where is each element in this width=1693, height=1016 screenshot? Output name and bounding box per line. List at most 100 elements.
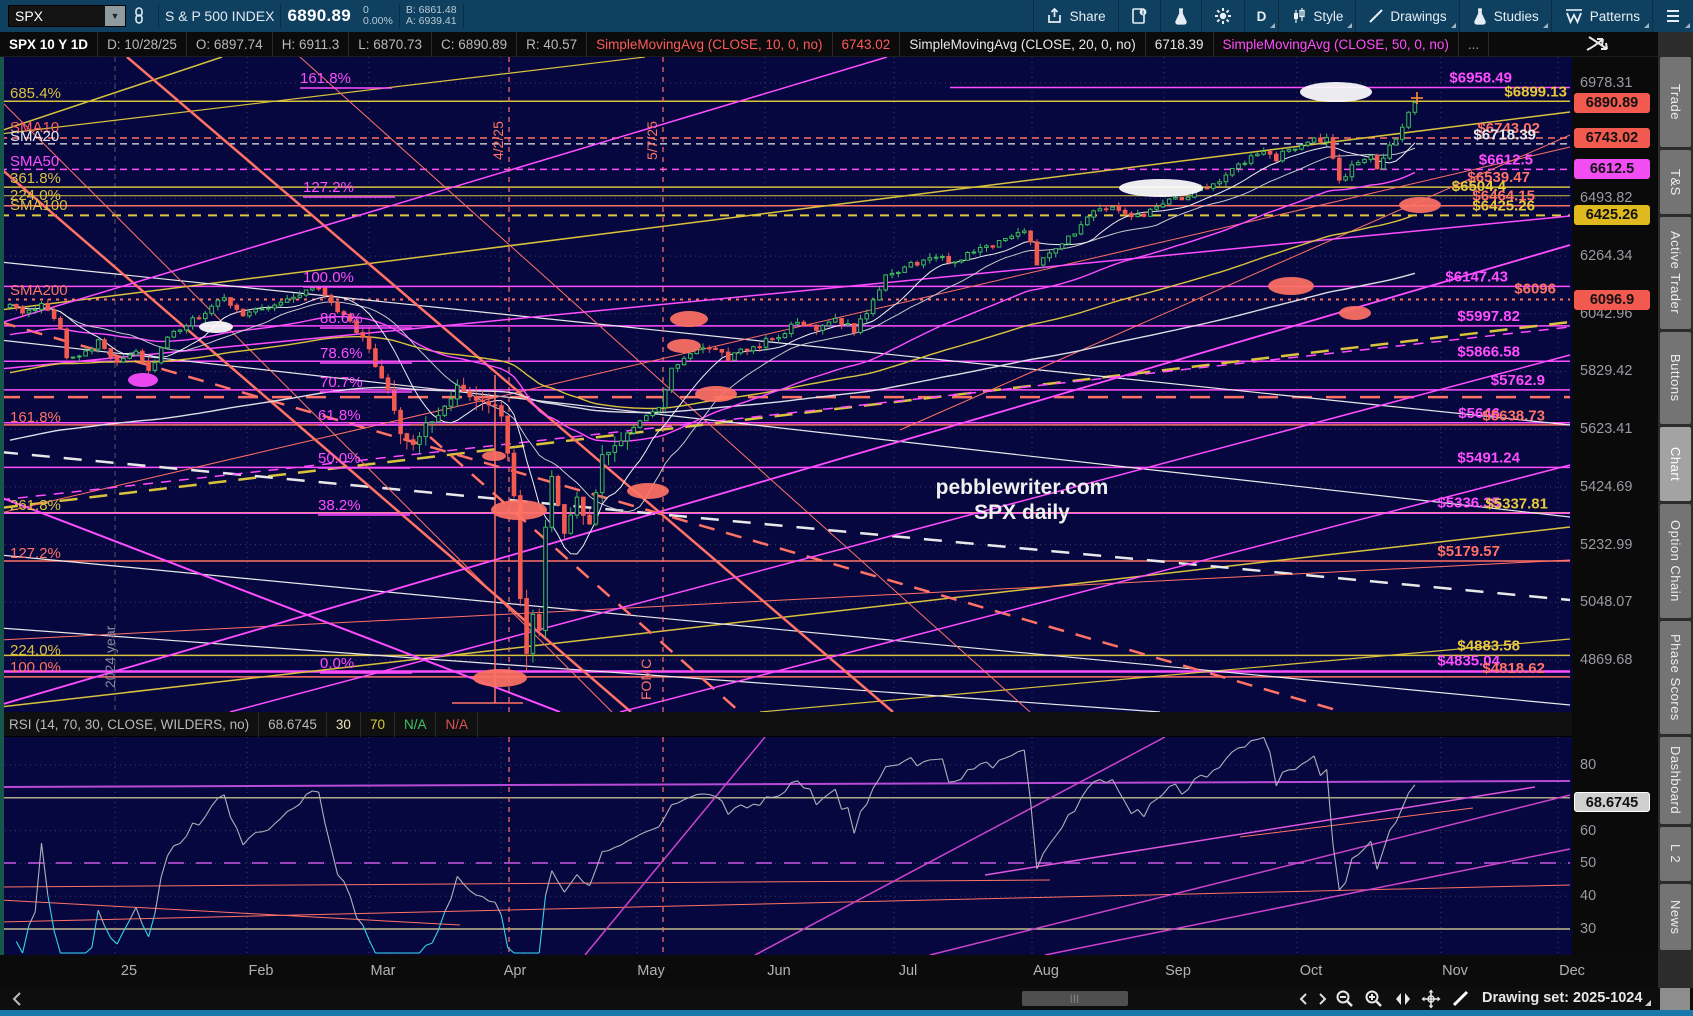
highlight-ellipse[interactable] (491, 500, 547, 520)
rsi-line-segment[interactable] (343, 881, 351, 897)
rsi-line-segment[interactable] (538, 895, 547, 954)
link-icon[interactable] (126, 5, 152, 27)
rsi-line-segment[interactable] (1313, 755, 1321, 776)
rsi-line-segment[interactable] (853, 811, 862, 834)
rsi-line-segment[interactable] (488, 900, 496, 903)
rsi-line-segment[interactable] (1023, 749, 1032, 802)
rsi-line-segment[interactable] (85, 947, 93, 954)
rsi-line-segment[interactable] (1011, 751, 1019, 756)
rsi-line-segment[interactable] (551, 870, 559, 883)
rsi-line-segment[interactable] (179, 835, 187, 844)
rsi-line-segment[interactable] (627, 837, 634, 842)
sidebar-tab-buttons[interactable]: Buttons (1660, 332, 1691, 424)
rsi-line-segment[interactable] (967, 768, 974, 771)
sidebar-tab-dashboard[interactable]: Dashboard (1660, 737, 1691, 824)
rsi-line-segment[interactable] (211, 797, 219, 807)
rsi-line-segment[interactable] (1401, 792, 1410, 808)
rsi-line-segment[interactable] (948, 780, 956, 783)
rsi-line-segment[interactable] (1257, 736, 1264, 740)
rsi-line-segment[interactable] (1137, 809, 1145, 818)
rsi-line-segment[interactable] (1307, 755, 1315, 762)
rsi-line-segment[interactable] (122, 919, 131, 932)
rsi-line-segment[interactable] (1231, 747, 1239, 753)
rsi-line-segment[interactable] (293, 803, 301, 809)
rsi-line-segment[interactable] (1175, 783, 1183, 795)
rsi-panel[interactable] (0, 736, 1572, 956)
rsi-line-segment[interactable] (998, 757, 1006, 761)
style-button[interactable]: Style (1278, 0, 1355, 32)
highlight-ellipse[interactable] (670, 311, 708, 327)
sidebar-tab-news[interactable]: News (1660, 884, 1691, 950)
settings-button[interactable] (1200, 0, 1244, 32)
rsi-line-segment[interactable] (646, 828, 653, 833)
panel-resize-handle[interactable] (1660, 988, 1690, 1010)
rsi-line-segment[interactable] (923, 759, 930, 763)
sidebar-tab-active-trader[interactable]: Active Trader (1660, 217, 1691, 329)
studies-button[interactable]: Studies (1458, 0, 1551, 32)
rsi-line-segment[interactable] (1061, 814, 1069, 828)
rsi-line-segment[interactable] (910, 757, 918, 767)
highlight-ellipse[interactable] (1268, 277, 1314, 295)
highlight-ellipse[interactable] (473, 669, 527, 687)
rsi-line-segment[interactable] (1332, 844, 1340, 891)
highlight-ellipse[interactable] (1399, 197, 1441, 213)
time-axis[interactable]: 25 Feb Mar Apr May Jun Jul Aug Sep Oct Nov Dec (0, 955, 1658, 988)
rsi-line-segment[interactable] (1112, 779, 1120, 792)
rsi-line-segment[interactable] (904, 757, 912, 762)
main-chart-canvas[interactable]: $6958.49$6899.13$6743.02$6718.39$6612.5$… (0, 56, 1572, 714)
rsi-line-segment[interactable] (47, 894, 55, 931)
scrollbar-thumb[interactable]: ||| (1022, 991, 1128, 1006)
rsi-line-segment[interactable] (809, 788, 817, 806)
rsi-line-segment[interactable] (702, 793, 710, 796)
highlight-ellipse[interactable] (627, 483, 669, 499)
rsi-line-segment[interactable] (652, 826, 660, 830)
pan-right-icon[interactable] (1312, 989, 1336, 1009)
rsi-line-segment[interactable] (280, 811, 288, 819)
rsi-line-segment[interactable] (104, 925, 112, 939)
highlight-ellipse[interactable] (695, 386, 737, 402)
rsi-line-segment[interactable] (1005, 754, 1012, 759)
rsi-line-segment[interactable] (53, 930, 61, 954)
symbol-dropdown-icon[interactable]: ▼ (105, 6, 125, 26)
rsi-line-segment[interactable] (778, 791, 786, 797)
rsi-line-segment[interactable] (1238, 746, 1245, 749)
highlight-ellipse[interactable] (128, 373, 158, 387)
rsi-line-segment[interactable] (431, 929, 439, 944)
rsi-line-segment[interactable] (677, 799, 685, 804)
rsi-line-segment[interactable] (28, 911, 36, 926)
rsi-line-segment[interactable] (167, 845, 175, 856)
rsi-line-segment[interactable] (860, 803, 868, 812)
rsi-line-segment[interactable] (602, 850, 609, 853)
rsi-line-segment[interactable] (898, 760, 905, 766)
rsi-line-segment[interactable] (129, 907, 137, 921)
rsi-line-segment[interactable] (772, 795, 779, 798)
rsi-line-segment[interactable] (878, 766, 887, 779)
rsi-line-segment[interactable] (1169, 783, 1176, 788)
rsi-line-segment[interactable] (696, 793, 704, 796)
trend-line[interactable] (299, 56, 1031, 713)
rsi-line-segment[interactable] (1124, 802, 1132, 814)
rsi-line-segment[interactable] (482, 896, 490, 902)
rsi-line-segment[interactable] (828, 788, 836, 795)
rsi-line-segment[interactable] (1143, 803, 1151, 817)
rsi-line-segment[interactable] (469, 890, 477, 896)
rsi-line-segment[interactable] (936, 758, 943, 761)
rsi-line-segment[interactable] (97, 909, 106, 927)
rsi-overlay-line[interactable] (1044, 848, 1571, 956)
zoom-in-icon[interactable] (1363, 989, 1387, 1009)
rsi-line-segment[interactable] (709, 793, 716, 798)
rsi-overlay-line[interactable] (584, 736, 766, 956)
rsi-line-segment[interactable] (34, 843, 43, 912)
rsi-line-segment[interactable] (690, 794, 697, 798)
rsi-line-segment[interactable] (267, 823, 275, 831)
rsi-line-segment[interactable] (1042, 843, 1050, 854)
rsi-overlay-line[interactable] (0, 884, 1571, 923)
trend-line[interactable] (0, 215, 1571, 370)
rsi-line-segment[interactable] (1181, 789, 1189, 795)
rsi-line-segment[interactable] (791, 780, 798, 784)
patterns-button[interactable]: Patterns (1550, 0, 1652, 32)
trend-line[interactable] (0, 526, 1571, 708)
zoom-out-icon[interactable] (1334, 989, 1358, 1009)
rsi-line-segment[interactable] (570, 874, 578, 884)
rsi-line-segment[interactable] (1049, 835, 1057, 845)
